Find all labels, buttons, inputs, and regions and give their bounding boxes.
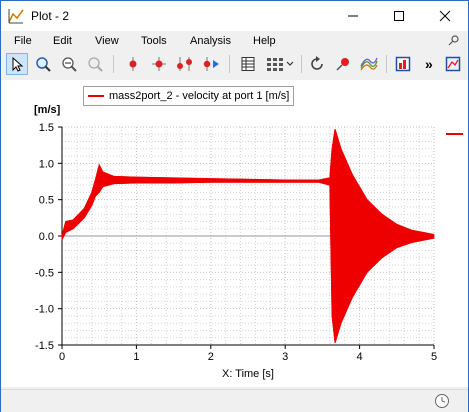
toolbar-separator — [229, 55, 230, 73]
clock-icon — [435, 394, 449, 408]
toolbar: » — [1, 51, 468, 79]
title-bar[interactable]: Plot - 2 — [1, 1, 468, 31]
toolbar-separator — [386, 55, 387, 73]
plot-export-icon — [395, 56, 411, 72]
marker-play-button[interactable] — [200, 53, 222, 75]
chart-legend[interactable]: mass2port_2 - velocity at port 1 [m/s] — [83, 86, 295, 106]
x-tick-label: 2 — [208, 351, 214, 363]
curves-icon — [360, 57, 378, 71]
y-tick-label: 0.5 — [39, 195, 54, 207]
select-arrow-icon — [12, 56, 24, 72]
refresh-button[interactable] — [306, 53, 328, 75]
menu-analysis[interactable]: Analysis — [190, 35, 231, 47]
legend-entry: mass2port_2 - velocity at port 1 [m/s] — [109, 90, 290, 102]
menu-file[interactable]: File — [14, 35, 32, 47]
pin-button[interactable] — [332, 53, 354, 75]
grid-layout-dropdown[interactable] — [263, 53, 297, 75]
marker-play-icon — [203, 57, 219, 71]
zoom-icon — [36, 57, 51, 72]
table-icon — [241, 57, 255, 71]
plot-area[interactable]: 0 1 2 3 4 5 1.5 1.0 0.5 0.0 -0.5 -1.0 -1.5 [m/s] X: Ti… — [1, 80, 468, 387]
table-button[interactable] — [237, 53, 259, 75]
y-tick-label: 1.0 — [39, 158, 54, 170]
crosshair-marker-button[interactable] — [148, 53, 170, 75]
y-tick-label: 0.0 — [39, 231, 54, 243]
menu-view[interactable]: View — [95, 35, 119, 47]
zoom-out-button[interactable] — [58, 53, 80, 75]
minimize-icon — [348, 15, 358, 17]
zoom-fit-icon — [88, 57, 103, 72]
x-tick-label: 4 — [357, 351, 363, 363]
menu-edit[interactable]: Edit — [53, 35, 72, 47]
y-tick-label: 1.5 — [39, 122, 54, 134]
curves-button[interactable] — [358, 53, 380, 75]
x-tick-label: 0 — [59, 351, 65, 363]
plot-window: Plot - 2 File Edit View Tools Analysis H… — [0, 0, 469, 412]
zoom-button[interactable] — [32, 53, 54, 75]
pin-icon — [336, 58, 349, 71]
toolbar-overflow-button[interactable]: » — [425, 56, 433, 72]
window-title: Plot - 2 — [31, 9, 70, 23]
pin-window-icon[interactable] — [448, 34, 460, 46]
legend-line-swatch — [88, 95, 104, 97]
plot-export-button[interactable] — [392, 53, 414, 75]
y-tick-label: -0.5 — [35, 267, 54, 279]
toolbar-separator — [301, 55, 302, 73]
save-plot-button[interactable] — [442, 53, 464, 75]
menu-tools[interactable]: Tools — [141, 35, 167, 47]
plot-app-icon — [8, 9, 24, 24]
x-tick-label: 1 — [133, 351, 139, 363]
grid-layout-icon — [267, 58, 294, 71]
crosshair-marker-icon — [152, 57, 166, 71]
y-tick-label: -1.5 — [35, 340, 54, 352]
maximize-icon — [394, 11, 404, 21]
x-axis-label: X: Time [s] — [222, 368, 274, 380]
status-bar — [1, 389, 468, 412]
minimize-button[interactable] — [330, 1, 376, 31]
y-axis-label: [m/s] — [34, 104, 61, 116]
x-tick-label: 3 — [282, 351, 288, 363]
close-icon — [439, 10, 451, 22]
x-tick-label: 5 — [431, 351, 437, 363]
zoom-fit-button[interactable] — [84, 53, 106, 75]
maximize-button[interactable] — [376, 1, 422, 31]
save-plot-icon — [445, 56, 461, 72]
menu-bar: File Edit View Tools Analysis Help — [1, 31, 468, 51]
menu-help[interactable]: Help — [253, 35, 276, 47]
marker-button[interactable] — [122, 53, 144, 75]
velocity-chart[interactable]: 0 1 2 3 4 5 1.5 1.0 0.5 0.0 -0.5 -1.0 -1.5 [m/s] X: Ti… — [1, 80, 468, 387]
y-tick-label: -1.0 — [35, 304, 54, 316]
refresh-icon — [311, 56, 323, 70]
toolbar-separator — [113, 55, 114, 73]
select-tool-button[interactable] — [6, 53, 28, 75]
zoom-out-icon — [62, 57, 77, 72]
close-button[interactable] — [422, 1, 468, 31]
marker-icon — [129, 57, 137, 71]
two-markers-button[interactable] — [174, 53, 196, 75]
two-markers-icon — [177, 57, 192, 71]
